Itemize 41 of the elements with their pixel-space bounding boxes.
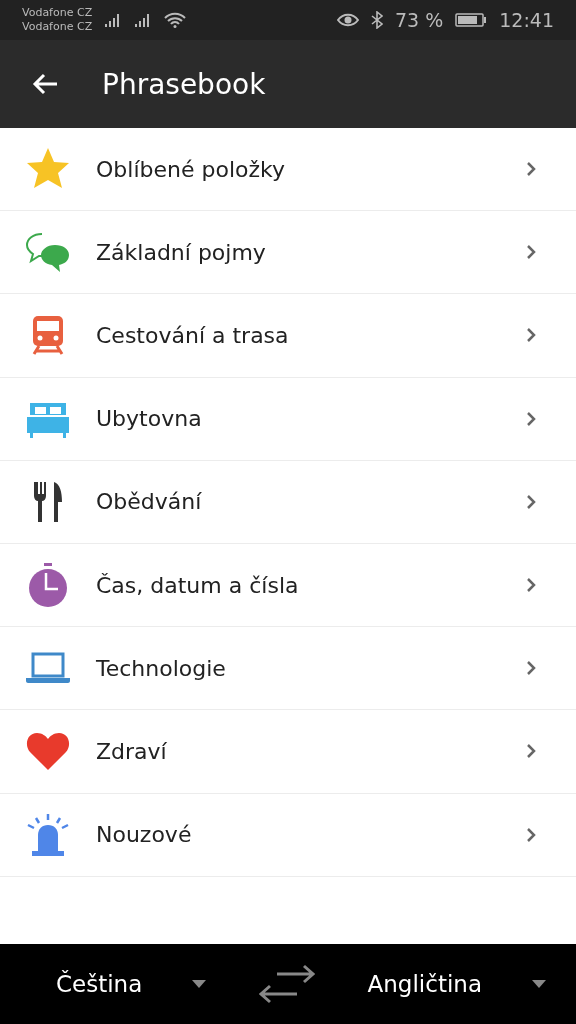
category-label: Oblíbené položky [96,156,286,182]
category-row[interactable]: Obědvání [0,460,576,544]
carrier-name: Vodafone CZ [22,20,93,34]
battery-percentage: 73 % [394,9,444,31]
target-language-dropdown[interactable]: Angličtina [367,971,546,997]
chevron-icon [526,743,536,760]
battery-icon [455,12,488,28]
category-label: Zdraví [96,738,168,764]
chevron-icon [526,493,536,510]
chevron-icon [526,327,536,344]
chevron-icon [526,244,536,261]
chevron-icon [526,161,536,178]
source-language-dropdown[interactable]: Čeština [56,971,207,997]
category-label: Čas, datum a čísla [96,572,300,598]
category-row[interactable]: Technologie [0,627,576,711]
category-label: Ubytovna [96,406,203,432]
category-row[interactable]: Ubytovna [0,377,576,461]
chevron-icon [526,577,536,594]
category-row[interactable]: Nouzové [0,793,576,877]
category-row[interactable]: Oblíbené položky [0,128,576,212]
category-label: Cestování a trasa [96,322,290,348]
wifi-icon [164,12,187,28]
category-label: Základní pojmy [96,239,267,265]
screen-title: Phrasebook [102,67,266,101]
category-row[interactable]: Čas, datum a čísla [0,543,576,628]
category-row[interactable]: Základní pojmy [0,211,576,295]
category-row[interactable]: Cestování a trasa [0,294,576,378]
category-row[interactable]: Zdraví [0,710,576,794]
swap-arrows-icon[interactable] [258,964,315,1004]
chevron-icon [526,826,536,843]
eye-icon [336,12,359,28]
bluetooth-icon [370,11,383,29]
carrier-name: Vodafone CZ [22,6,93,20]
category-label: Obědvání [96,489,203,515]
clock-time: 12:41 [499,9,554,31]
category-label: Technologie [96,655,227,681]
caret-icon [192,980,207,988]
caret-icon [532,980,546,988]
chevron-icon [526,660,536,677]
category-label: Nouzové [96,822,193,848]
chevron-icon [526,410,536,427]
